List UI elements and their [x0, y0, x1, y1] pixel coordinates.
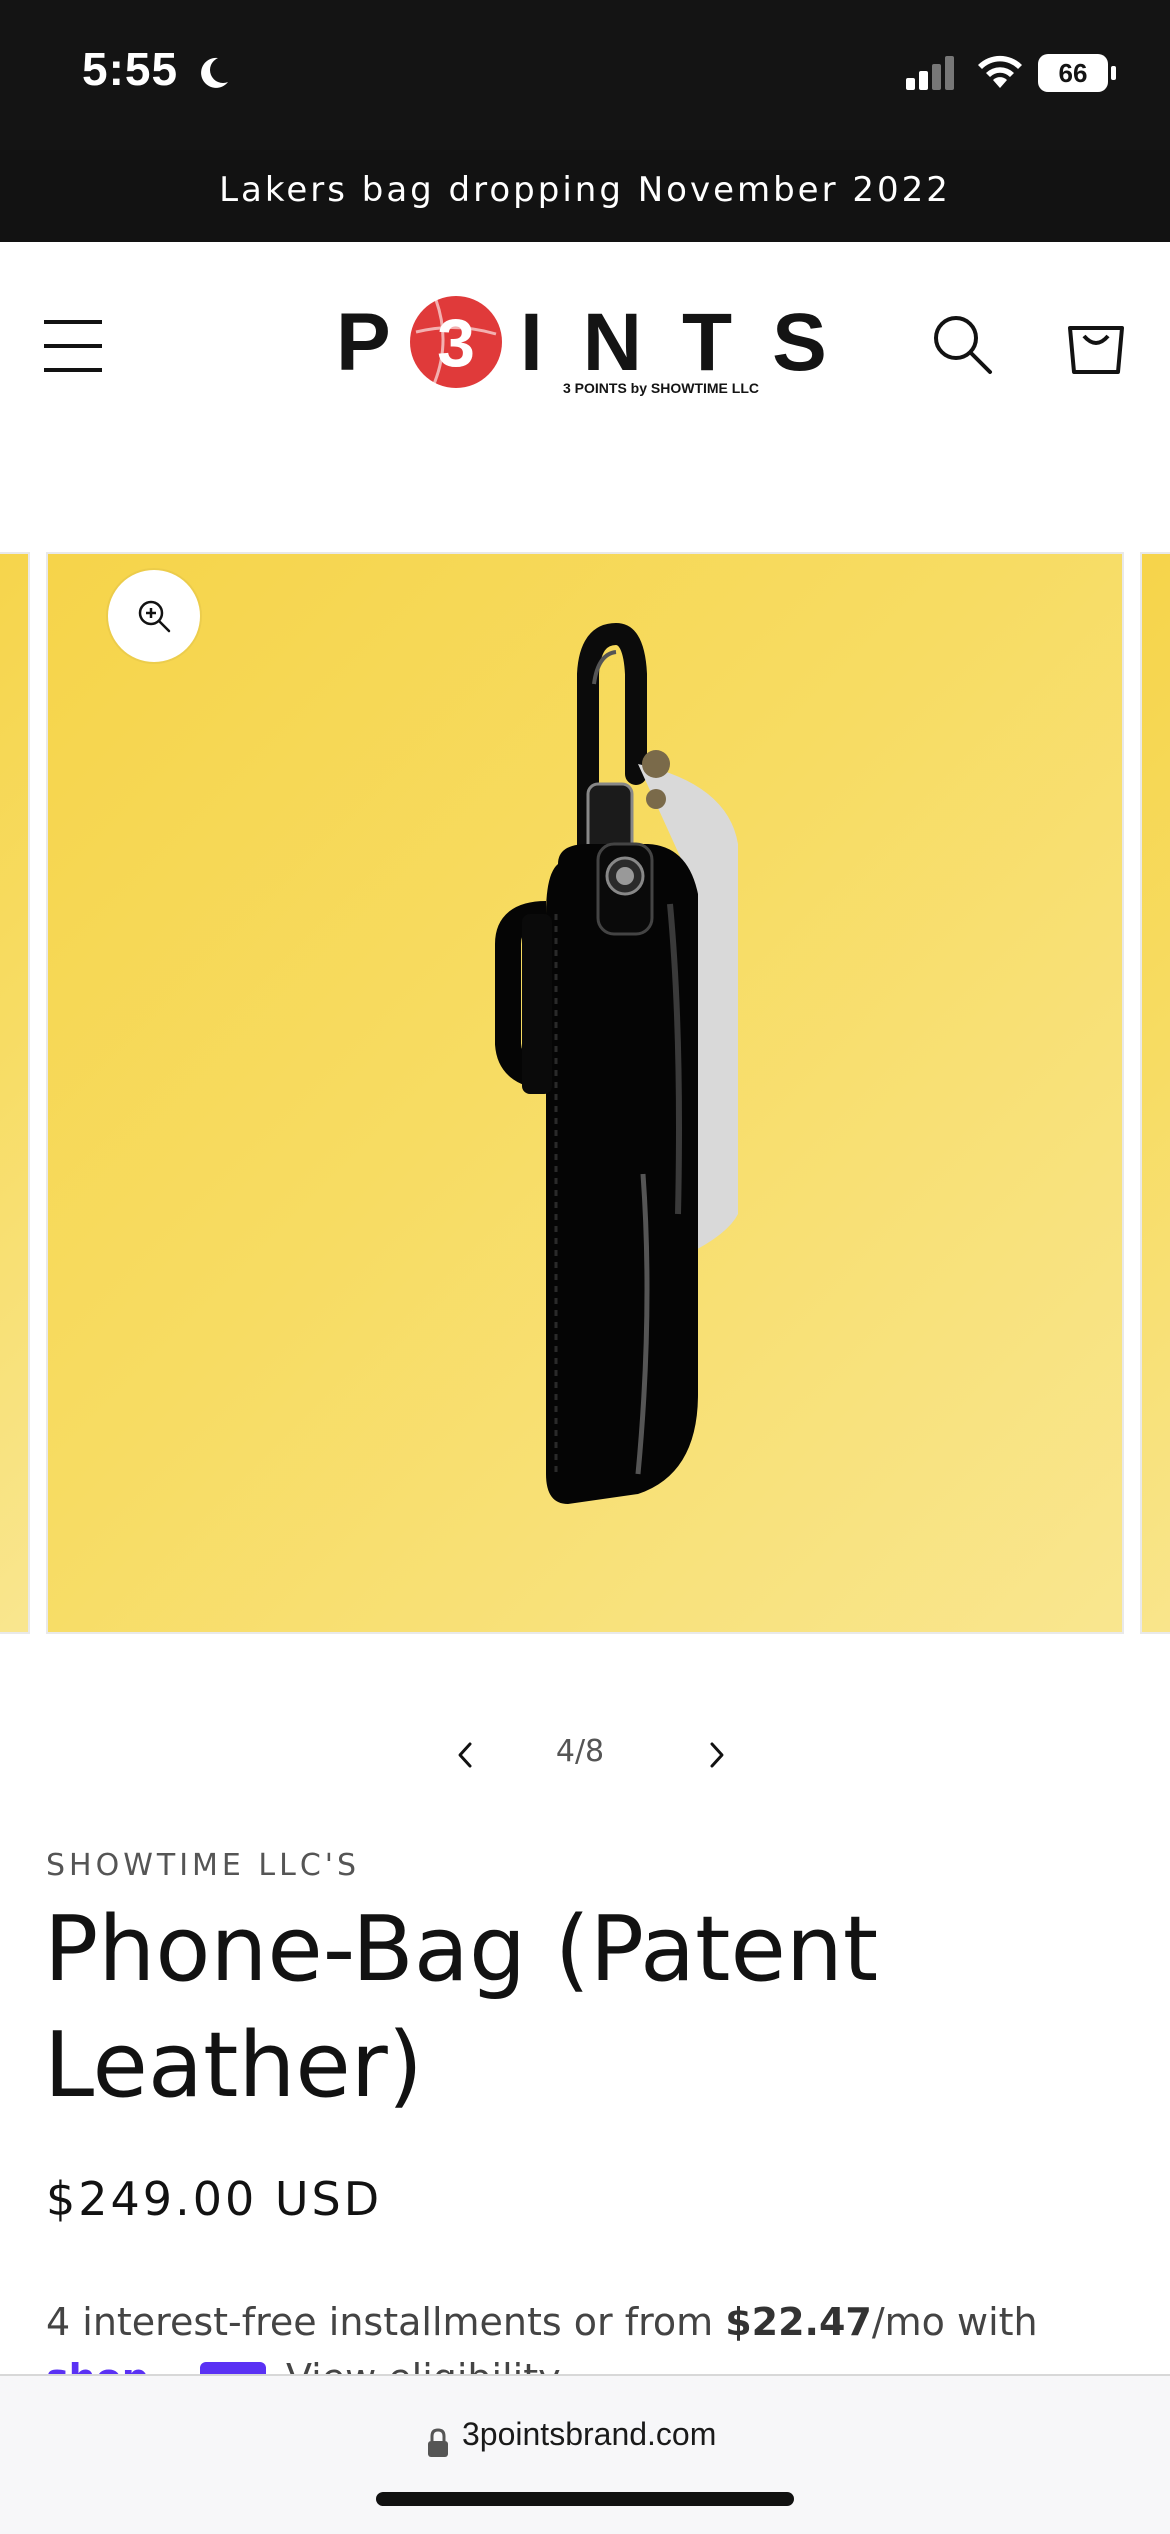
- logo-badge-text: 3: [437, 305, 475, 381]
- wifi-icon: [978, 55, 1022, 88]
- chevron-left-icon[interactable]: [440, 1730, 490, 1780]
- installments-suffix: /mo with: [871, 2300, 1038, 2344]
- cart-icon[interactable]: [1064, 314, 1128, 378]
- installments-prefix: 4 interest-free installments or from: [46, 2300, 726, 2344]
- shop-pay-row: shop View eligibility: [46, 2356, 746, 2376]
- browser-address-bar[interactable]: 3pointsbrand.com: [0, 2374, 1170, 2534]
- logo-letters-ints: INTS: [520, 297, 867, 388]
- gallery-slide-previous[interactable]: [0, 552, 30, 1634]
- product-vendor: SHOWTIME LLC'S: [46, 1848, 361, 1883]
- battery-level: 66: [1058, 58, 1088, 88]
- gallery-slide-next[interactable]: [1140, 552, 1170, 1634]
- search-icon[interactable]: [930, 312, 994, 376]
- gallery-slide-current[interactable]: [46, 552, 1124, 1634]
- site-logo[interactable]: P 3 INTS 3 POINTS by SHOWTIME LLC: [336, 292, 836, 402]
- lock-icon: [428, 2428, 448, 2457]
- logo-subtitle: 3 POINTS by SHOWTIME LLC: [562, 380, 759, 396]
- zoom-button[interactable]: [108, 570, 200, 662]
- menu-icon[interactable]: [44, 318, 104, 374]
- product-image: [495, 622, 738, 1504]
- announcement-bar: Lakers bag dropping November 2022: [0, 150, 1170, 242]
- installments-amount: $22.47: [725, 2300, 872, 2344]
- logo-letter-p: P: [336, 297, 393, 388]
- zoom-icon: [138, 600, 171, 633]
- status-time: 5:55: [82, 43, 179, 95]
- product-gallery[interactable]: [0, 552, 1170, 1636]
- view-eligibility-link[interactable]: View eligibility: [286, 2356, 561, 2376]
- announcement-text: Lakers bag dropping November 2022: [219, 170, 951, 210]
- header-spacer: [0, 452, 1170, 552]
- home-indicator: [376, 2492, 794, 2506]
- gallery-pagination: 4/8: [0, 1720, 1170, 1790]
- gallery-counter: 4/8: [555, 1734, 605, 1769]
- shop-pay-logo: shop: [46, 2356, 149, 2376]
- chevron-right-icon[interactable]: [692, 1730, 742, 1780]
- product-price: $249.00 USD: [46, 2172, 383, 2226]
- url-text[interactable]: 3pointsbrand.com: [462, 2416, 716, 2453]
- status-bar: 5:55 66: [0, 0, 1170, 150]
- signal-icon: [906, 56, 954, 90]
- installments-text: 4 interest-free installments or from $22…: [46, 2300, 1038, 2344]
- basketball-logo-icon: 3: [410, 296, 502, 388]
- product-title: Phone-Bag (Patent Leather): [44, 1897, 879, 2118]
- moon-icon: [201, 57, 228, 88]
